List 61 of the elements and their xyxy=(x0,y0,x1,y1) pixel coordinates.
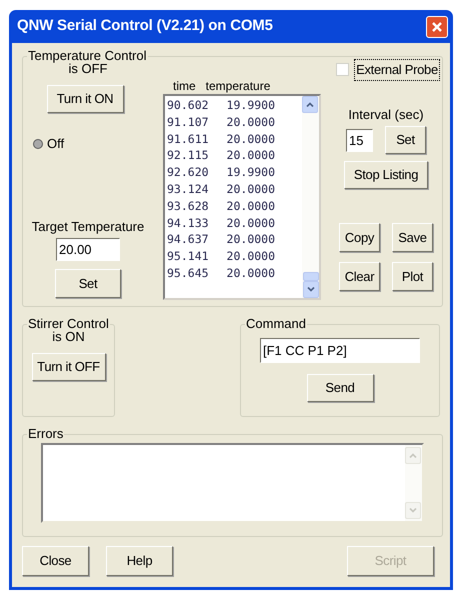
action-button[interactable]: Save xyxy=(392,223,433,252)
list-cell: 20.0000 xyxy=(226,130,276,148)
list-cell: 20.0000 xyxy=(226,147,276,164)
chevron-down-icon xyxy=(409,508,417,513)
interval-field[interactable]: 15 xyxy=(346,128,373,152)
interval-label: Interval (sec) xyxy=(348,106,424,124)
list-cell: 94.133 xyxy=(167,214,209,232)
list-cell: 95.645 xyxy=(167,264,209,282)
list-cell: 20.0000 xyxy=(226,180,276,198)
action-button[interactable]: Plot xyxy=(392,262,433,291)
list-cell: 20.0000 xyxy=(226,248,276,265)
scroll-thumb[interactable] xyxy=(302,272,318,281)
list-cell: 92.115 xyxy=(167,147,209,164)
list-cell: 20.0000 xyxy=(226,114,276,131)
list-cell: 20.0000 xyxy=(226,231,276,248)
window-title: QNW Serial Control (V2.21) on COM5 xyxy=(17,16,273,36)
group-title: Temperature Control xyxy=(28,49,146,63)
chevron-up-icon xyxy=(306,102,314,107)
status-label: Off xyxy=(47,135,64,153)
list-cell: 95.141 xyxy=(167,248,209,265)
group-title: Command xyxy=(246,317,306,331)
list-cell: 20.0000 xyxy=(226,198,276,215)
list-cell: 20.0000 xyxy=(226,264,276,282)
command-field[interactable]: [F1 CC P1 P2] xyxy=(260,338,420,363)
interval-set-button[interactable]: Set xyxy=(385,126,426,154)
set-button[interactable]: Set xyxy=(55,269,121,298)
list-cell: 92.620 xyxy=(167,164,209,181)
chevron-up-icon xyxy=(409,453,417,458)
target-field[interactable]: 20.00 xyxy=(56,238,120,261)
action-button[interactable]: Clear xyxy=(339,262,380,291)
chevron-down-icon xyxy=(306,287,314,292)
list-cell: 20.0000 xyxy=(226,214,276,232)
dialog-button[interactable]: Help xyxy=(106,546,173,576)
scrollbar[interactable] xyxy=(302,96,319,298)
action-button[interactable]: Copy xyxy=(339,223,380,252)
list-cell: 94.637 xyxy=(167,231,209,248)
column-header: temperature xyxy=(206,79,270,93)
turn-off-button[interactable]: Turn it OFF xyxy=(32,353,106,381)
group-title: Errors xyxy=(28,427,64,441)
target-label: Target Temperature xyxy=(32,218,144,236)
list-cell: 93.628 xyxy=(167,198,209,215)
scroll-up-button[interactable] xyxy=(302,96,318,113)
group-title: Stirrer Control xyxy=(28,317,109,331)
checkbox-label: External Probe xyxy=(354,59,440,80)
scroll-down-button[interactable] xyxy=(302,281,318,298)
list-cell: 93.124 xyxy=(167,180,209,198)
status-text: is ON xyxy=(52,329,85,345)
stop-listing-button[interactable]: Stop Listing xyxy=(344,161,428,189)
list-cell: 91.107 xyxy=(167,114,209,131)
send-button[interactable]: Send xyxy=(306,374,374,402)
list-cell: 91.611 xyxy=(167,130,209,148)
status-text: is OFF xyxy=(68,61,108,77)
turn-on-button[interactable]: Turn it ON xyxy=(46,85,124,113)
dialog-button[interactable]: Close xyxy=(22,546,89,576)
list-cell: 90.602 xyxy=(167,97,209,114)
list-cell: 19.9900 xyxy=(226,164,276,181)
close-icon xyxy=(431,20,443,32)
checkbox[interactable] xyxy=(336,63,350,76)
column-header: time xyxy=(173,79,196,93)
list-cell: 19.9900 xyxy=(226,97,276,114)
close-button[interactable] xyxy=(426,16,448,38)
